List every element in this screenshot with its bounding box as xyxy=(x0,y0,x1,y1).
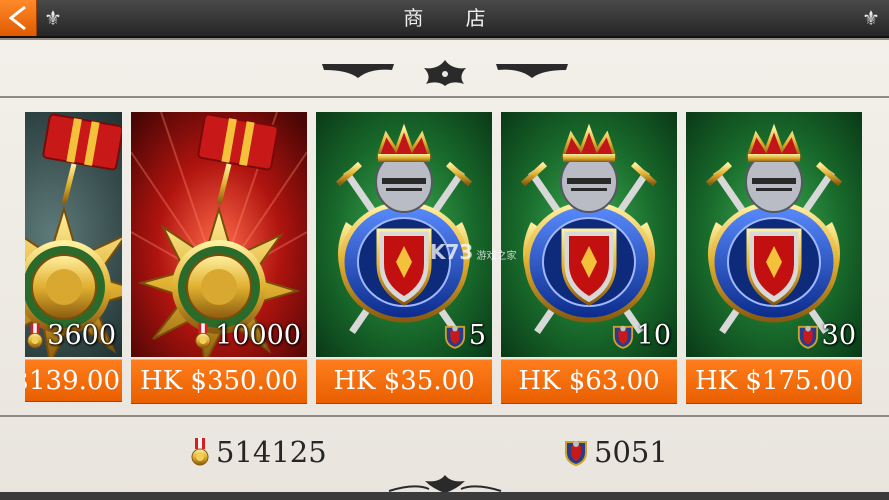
medal-icon xyxy=(194,323,212,349)
bottom-strip xyxy=(0,492,889,500)
product-amount: 5 xyxy=(444,321,486,351)
product-amount: 30 xyxy=(797,321,856,351)
product-card[interactable]: 10000 HK $350.00 xyxy=(131,112,307,404)
watermark: K73 游戏之家 xyxy=(430,240,517,264)
shield-crest-icon xyxy=(797,323,819,349)
product-art: 30 xyxy=(686,112,862,357)
crest-balance-value: 5051 xyxy=(594,435,668,469)
product-art: 10000 xyxy=(131,112,307,357)
shield-crest-icon xyxy=(444,323,466,349)
price-button[interactable]: HK $175.00 xyxy=(686,359,862,404)
medal-balance-value: 514125 xyxy=(216,435,327,469)
product-art: 5 xyxy=(316,112,492,357)
product-carousel[interactable]: 3600 HK $139.00 10000 HK $350.00 xyxy=(25,0,889,410)
footer-divider xyxy=(0,415,889,417)
price-button[interactable]: HK $139.00 xyxy=(25,359,122,402)
product-amount: 10 xyxy=(612,321,671,351)
product-card[interactable]: 10 HK $63.00 xyxy=(501,112,677,404)
product-amount: 10000 xyxy=(194,321,301,351)
crest-balance: 5051 xyxy=(564,434,668,470)
price-button[interactable]: HK $350.00 xyxy=(131,359,307,404)
product-art: 3600 xyxy=(25,112,122,357)
shield-crest-icon xyxy=(564,438,588,466)
price-button[interactable]: HK $35.00 xyxy=(316,359,492,404)
product-card[interactable]: 3600 HK $139.00 xyxy=(25,112,122,402)
product-art: 10 xyxy=(501,112,677,357)
shield-crest-icon xyxy=(612,323,634,349)
medal-balance: 514125 xyxy=(190,434,327,470)
product-card[interactable]: 30 HK $175.00 xyxy=(686,112,862,404)
price-button[interactable]: HK $63.00 xyxy=(501,359,677,404)
medal-icon xyxy=(190,438,210,466)
medal-icon xyxy=(26,323,44,349)
product-amount: 3600 xyxy=(26,321,116,351)
